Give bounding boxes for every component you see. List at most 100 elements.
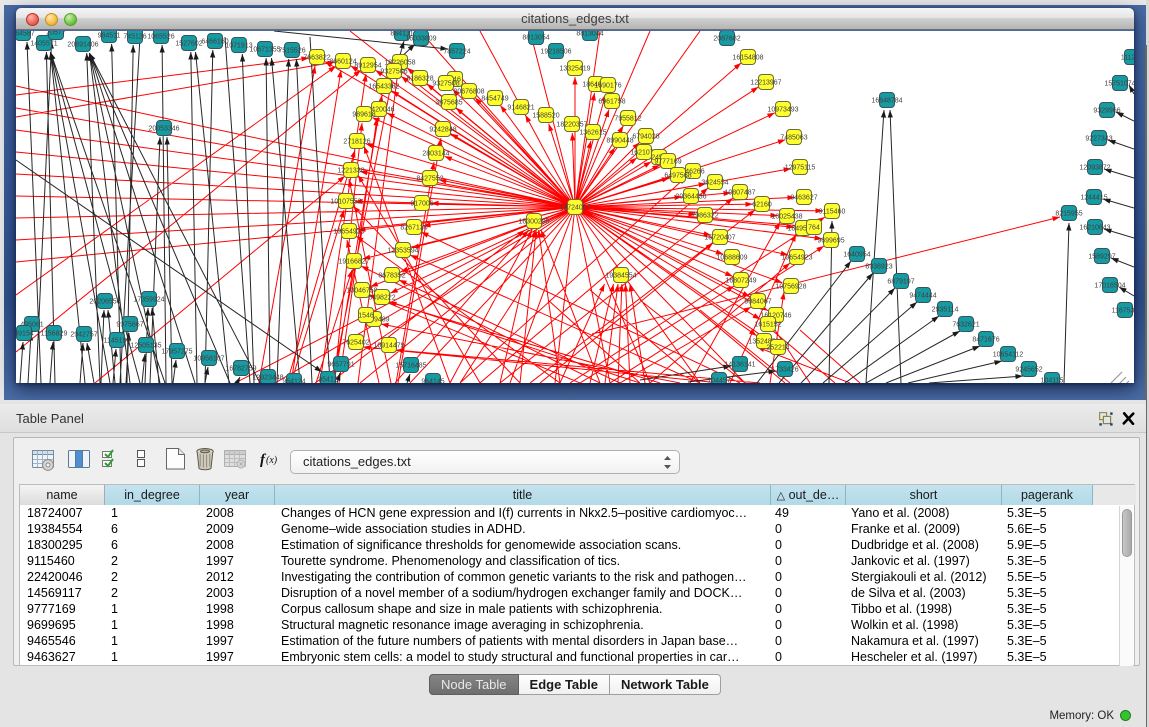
- svg-text:3624554: 3624554: [701, 180, 728, 187]
- svg-text:9084067: 9084067: [744, 299, 771, 306]
- svg-text:16543382: 16543382: [368, 84, 399, 91]
- svg-text:1733426: 1733426: [771, 367, 798, 374]
- svg-text:9115460: 9115460: [819, 209, 846, 216]
- svg-text:6961758: 6961758: [598, 99, 625, 106]
- svg-text:19654925: 19654925: [333, 229, 364, 236]
- svg-text:15751074: 15751074: [1104, 81, 1134, 88]
- svg-text:10025438: 10025438: [771, 214, 802, 221]
- svg-text:39154: 39154: [16, 331, 34, 338]
- svg-text:15716485: 15716485: [395, 363, 426, 370]
- svg-text:7857224: 7857224: [443, 49, 470, 56]
- svg-text:954124: 954124: [282, 379, 305, 384]
- svg-text:12213967: 12213967: [750, 80, 781, 87]
- svg-text:10654112: 10654112: [993, 352, 1024, 359]
- svg-text:8215955: 8215955: [1055, 211, 1082, 218]
- svg-text:10756928: 10756928: [775, 284, 806, 291]
- svg-text:1405571: 1405571: [30, 41, 57, 48]
- svg-text:12505135: 12505135: [130, 343, 161, 350]
- svg-text:9327506: 9327506: [380, 69, 407, 76]
- svg-text:9975867: 9975867: [116, 322, 143, 329]
- svg-text:10958107: 10958107: [193, 356, 224, 363]
- svg-text:764: 764: [808, 225, 820, 232]
- svg-text:252214: 252214: [766, 345, 789, 352]
- svg-text:13325419: 13325419: [559, 66, 590, 73]
- svg-text:18220357: 18220357: [556, 122, 587, 129]
- svg-text:7986322: 7986322: [691, 213, 718, 220]
- svg-text:20053346: 20053346: [148, 126, 179, 133]
- svg-text:1156829: 1156829: [41, 331, 68, 338]
- svg-text:20577: 20577: [46, 31, 66, 37]
- svg-text:111245: 111245: [1121, 55, 1134, 62]
- svg-text:(x): (x): [266, 455, 278, 466]
- svg-text:1145194: 1145194: [104, 338, 131, 345]
- svg-text:917006: 917006: [410, 201, 433, 208]
- svg-text:12975115: 12975115: [785, 165, 816, 172]
- svg-text:18807249: 18807249: [725, 278, 756, 285]
- svg-text:10973493: 10973493: [767, 107, 798, 114]
- svg-text:2718126: 2718126: [343, 139, 370, 146]
- svg-text:9245652: 9245652: [1015, 367, 1042, 374]
- svg-text:8813054: 8813054: [522, 35, 549, 42]
- svg-text:9777169: 9777169: [654, 159, 681, 166]
- svg-text:20364436: 20364436: [675, 194, 706, 201]
- svg-text:12353594: 12353594: [387, 248, 418, 255]
- svg-text:2087682: 2087682: [713, 36, 740, 43]
- svg-text:16782759: 16782759: [225, 366, 256, 373]
- svg-text:2935114: 2935114: [932, 307, 959, 314]
- svg-text:1527602: 1527602: [175, 41, 202, 48]
- svg-text:104115: 104115: [1041, 378, 1064, 384]
- svg-text:16154808: 16154808: [732, 55, 763, 62]
- svg-text:1065526: 1065526: [147, 34, 174, 41]
- svg-text:1221338: 1221338: [337, 168, 364, 175]
- svg-text:8471676: 8471676: [972, 337, 999, 344]
- svg-text:19218506: 19218506: [540, 49, 571, 56]
- svg-text:18724007: 18724007: [559, 205, 590, 212]
- svg-text:6497568: 6497568: [664, 173, 691, 180]
- svg-text:1588520: 1588520: [532, 113, 559, 120]
- svg-text:1640954: 1640954: [843, 252, 870, 259]
- svg-text:7632621: 7632621: [952, 322, 979, 329]
- svg-text:16648784: 16648784: [871, 98, 902, 105]
- svg-text:10107553: 10107553: [330, 199, 361, 206]
- svg-text:9329966: 9329966: [1093, 108, 1120, 115]
- svg-text:164587: 164587: [16, 31, 35, 38]
- svg-text:7625402: 7625402: [342, 340, 369, 347]
- svg-text:7663822: 7663822: [303, 55, 330, 62]
- svg-text:6879197: 6879197: [887, 279, 914, 286]
- svg-text:964145: 964145: [421, 379, 444, 384]
- svg-text:10046758: 10046758: [346, 288, 377, 295]
- svg-text:62160: 62160: [752, 202, 772, 209]
- svg-text:8678352: 8678352: [378, 273, 405, 280]
- svg-text:1244415: 1244415: [1080, 195, 1107, 202]
- svg-text:10688609: 10688609: [716, 255, 747, 262]
- svg-text:12923448: 12923448: [252, 375, 283, 382]
- svg-text:8912954: 8912954: [354, 63, 381, 70]
- svg-text:9474444: 9474444: [909, 293, 936, 300]
- svg-text:8454749: 8454749: [481, 96, 508, 103]
- svg-text:9242848: 9242848: [429, 127, 456, 134]
- svg-text:1690176: 1690176: [594, 83, 621, 90]
- svg-text:7515526: 7515526: [278, 48, 305, 55]
- svg-text:745126: 745126: [123, 34, 146, 41]
- svg-text:19654923: 19654923: [781, 255, 812, 262]
- svg-text:95412: 95412: [318, 377, 338, 384]
- svg-text:19166827: 19166827: [338, 259, 369, 266]
- svg-text:989618: 989618: [352, 112, 375, 119]
- svg-text:8186328: 8186328: [406, 76, 433, 83]
- svg-text:9699695: 9699695: [817, 238, 844, 245]
- svg-text:8813044: 8813044: [576, 31, 603, 38]
- svg-text:10807487: 10807487: [724, 190, 755, 197]
- svg-text:6794028: 6794028: [632, 134, 659, 141]
- svg-text:17359924: 17359924: [133, 297, 164, 304]
- svg-text:16210643: 16210643: [1079, 225, 1110, 232]
- svg-text:8267130: 8267130: [400, 225, 427, 232]
- svg-text:8660124: 8660124: [329, 59, 356, 66]
- svg-text:1615152: 1615152: [754, 322, 781, 329]
- svg-text:9327508: 9327508: [432, 81, 459, 88]
- svg-text:19384554: 19384554: [605, 273, 636, 280]
- svg-text:10914479: 10914479: [373, 343, 404, 350]
- svg-text:1546: 1546: [358, 313, 374, 320]
- svg-text:7485063: 7485063: [780, 135, 807, 142]
- svg-text:20676808: 20676808: [453, 89, 484, 96]
- svg-text:16033809: 16033809: [405, 36, 436, 43]
